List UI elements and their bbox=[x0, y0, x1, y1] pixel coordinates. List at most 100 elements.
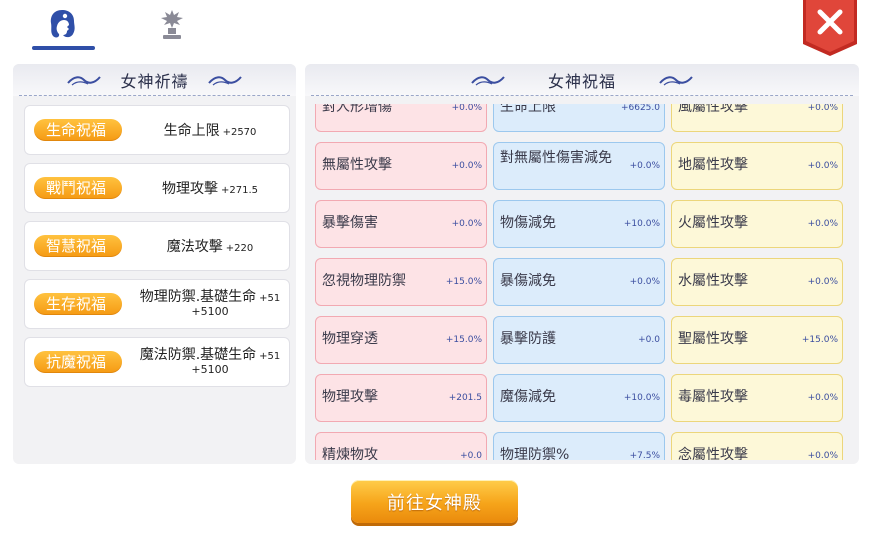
blessing-cell: 對人形增傷 +0.0% bbox=[315, 104, 487, 132]
cell-stat-name: 對人形增傷 bbox=[322, 104, 392, 115]
blessing-cell: 火屬性攻擊 +0.0% bbox=[671, 200, 843, 248]
blessing-badge: 生存祝福 bbox=[34, 293, 122, 315]
blessing-cell: 物傷減免 +10.0% bbox=[493, 200, 665, 248]
blessing-cell: 物理防禦% +7.5% bbox=[493, 432, 665, 460]
cell-stat-name: 物理防禦% bbox=[500, 447, 570, 461]
stat-name: 魔法防禦.基礎生命 bbox=[139, 347, 257, 363]
blessing-cell: 暴傷減免 +0.0% bbox=[493, 258, 665, 306]
wave-ornament-icon bbox=[207, 76, 242, 86]
blessing-cell: 聖屬性攻擊 +15.0% bbox=[671, 316, 843, 364]
blessing-cell: 水屬性攻擊 +0.0% bbox=[671, 258, 843, 306]
cell-stat-value: +15.0% bbox=[801, 335, 838, 345]
blessing-cell: 魔傷減免 +10.0% bbox=[493, 374, 665, 422]
cell-stat-name: 無屬性攻擊 bbox=[322, 157, 392, 173]
cell-stat-name: 地屬性攻擊 bbox=[678, 157, 748, 173]
blessing-badge: 抗魔祝福 bbox=[34, 351, 122, 373]
blessing-cell: 地屬性攻擊 +0.0% bbox=[671, 142, 843, 190]
wave-ornament-icon bbox=[67, 76, 102, 86]
stat-name: 生命上限 bbox=[163, 123, 220, 139]
cell-stat-value: +10.0% bbox=[623, 219, 660, 229]
blessing-cell: 生命上限 +6625.0 bbox=[493, 104, 665, 132]
close-button[interactable] bbox=[803, 0, 857, 56]
stat-name: 魔法攻擊 bbox=[166, 239, 223, 255]
cell-stat-name: 忽視物理防禦 bbox=[322, 273, 406, 289]
cell-stat-value: +0.0% bbox=[807, 451, 838, 460]
blessing-cell: 物理穿透 +15.0% bbox=[315, 316, 487, 364]
cell-stat-value: +0.0% bbox=[451, 219, 482, 229]
cell-stat-value: +0.0% bbox=[807, 104, 838, 113]
blessing-row: 智慧祝福 魔法攻擊 +220 bbox=[24, 221, 290, 271]
panel-header: 女神祝福 bbox=[305, 64, 859, 96]
goddess-prayer-panel: 女神祈禱 生命祝福 生命上限 +2570 戰鬥祝福 物理攻擊 +271.5 智慧祝福… bbox=[13, 64, 296, 464]
cell-stat-value: +10.0% bbox=[623, 393, 660, 403]
close-icon bbox=[803, 0, 857, 56]
cell-stat-name: 物理穿透 bbox=[322, 331, 378, 347]
tab-goddess-statue[interactable] bbox=[142, 8, 202, 52]
cell-stat-value: +7.5% bbox=[629, 451, 660, 460]
header-divider bbox=[311, 95, 853, 96]
wave-ornament-icon bbox=[659, 76, 693, 86]
blessing-row: 生命祝福 生命上限 +2570 bbox=[24, 105, 290, 155]
cell-stat-name: 魔傷減免 bbox=[500, 389, 556, 405]
stat-value-secondary: +5100 bbox=[191, 363, 229, 376]
cell-stat-name: 生命上限 bbox=[500, 104, 556, 115]
cell-stat-value: +0.0% bbox=[807, 277, 838, 287]
go-button-label: 前往女神殿 bbox=[387, 492, 482, 514]
blessing-badge: 智慧祝福 bbox=[34, 235, 122, 257]
panel-title: 女神祝福 bbox=[547, 72, 616, 91]
go-to-goddess-temple-button[interactable]: 前往女神殿 bbox=[351, 480, 518, 523]
blessing-cell: 毒屬性攻擊 +0.0% bbox=[671, 374, 843, 422]
blessing-stat: 魔法攻擊 +220 bbox=[131, 222, 289, 270]
blessing-cell: 對無屬性傷害減免 +0.0% bbox=[493, 142, 665, 190]
blessing-row: 戰鬥祝福 物理攻擊 +271.5 bbox=[24, 163, 290, 213]
stat-value: +220 bbox=[225, 243, 254, 254]
cell-stat-name: 水屬性攻擊 bbox=[678, 273, 748, 289]
cell-stat-value: +6625.0 bbox=[620, 104, 660, 113]
cell-stat-name: 念屬性攻擊 bbox=[678, 447, 748, 461]
goddess-head-icon bbox=[50, 10, 75, 38]
blessing-cell: 暴擊傷害 +0.0% bbox=[315, 200, 487, 248]
cell-stat-name: 物傷減免 bbox=[500, 215, 556, 231]
cell-stat-name: 精煉物攻 bbox=[322, 447, 378, 461]
cell-stat-value: +0.0 bbox=[460, 451, 482, 460]
goddess-statue-icon bbox=[161, 10, 183, 39]
cell-stat-name: 毒屬性攻擊 bbox=[678, 389, 748, 405]
cell-stat-name: 火屬性攻擊 bbox=[678, 215, 748, 231]
panel-title: 女神祈禱 bbox=[120, 72, 189, 91]
blessing-badge: 生命祝福 bbox=[34, 119, 122, 141]
stat-name: 物理防禦.基礎生命 bbox=[139, 289, 257, 305]
blessing-row: 抗魔祝福 魔法防禦.基礎生命 +51 +5100 bbox=[24, 337, 290, 387]
cell-stat-value: +0.0% bbox=[807, 161, 838, 171]
stat-value: +51 bbox=[259, 293, 281, 304]
cell-stat-value: +15.0% bbox=[445, 335, 482, 345]
cell-stat-name: 聖屬性攻擊 bbox=[678, 331, 748, 347]
stat-value-secondary: +5100 bbox=[191, 305, 229, 318]
blessing-cell: 無屬性攻擊 +0.0% bbox=[315, 142, 487, 190]
stat-name: 物理攻擊 bbox=[161, 181, 218, 197]
active-tab-indicator bbox=[32, 46, 95, 50]
blessing-cell: 忽視物理防禦 +15.0% bbox=[315, 258, 487, 306]
cell-stat-value: +0.0% bbox=[629, 161, 660, 171]
cell-stat-name: 暴傷減免 bbox=[500, 273, 556, 289]
cell-stat-value: +0.0% bbox=[629, 277, 660, 287]
blessing-grid[interactable]: 對人形增傷 +0.0% 無屬性攻擊 +0.0% 暴擊傷害 +0.0% 忽視物理防禦 +15.0… bbox=[305, 104, 859, 460]
blessing-stat: 物理攻擊 +271.5 bbox=[131, 164, 289, 212]
cell-stat-value: +0.0% bbox=[451, 104, 482, 113]
cell-stat-name: 風屬性攻擊 bbox=[678, 104, 748, 115]
blessing-stat: 生命上限 +2570 bbox=[131, 106, 289, 154]
blessing-stat: 魔法防禦.基礎生命 +51 +5100 bbox=[131, 338, 289, 386]
blessing-cell: 念屬性攻擊 +0.0% bbox=[671, 432, 843, 460]
cell-stat-name: 暴擊傷害 bbox=[322, 215, 378, 231]
cell-stat-name: 對無屬性傷害減免 bbox=[500, 150, 612, 166]
cell-stat-value: +15.0% bbox=[445, 277, 482, 287]
blessing-row: 生存祝福 物理防禦.基礎生命 +51 +5100 bbox=[24, 279, 290, 329]
cell-stat-name: 暴擊防護 bbox=[500, 331, 556, 347]
cell-stat-value: +201.5 bbox=[448, 393, 482, 403]
cell-stat-value: +0.0% bbox=[807, 393, 838, 403]
stat-value: +51 bbox=[259, 351, 281, 362]
header-divider bbox=[19, 95, 290, 96]
tab-bar bbox=[0, 0, 800, 58]
blessing-cell: 物理攻擊 +201.5 bbox=[315, 374, 487, 422]
cell-stat-name: 物理攻擊 bbox=[322, 389, 378, 405]
blessing-badge: 戰鬥祝福 bbox=[34, 177, 122, 199]
